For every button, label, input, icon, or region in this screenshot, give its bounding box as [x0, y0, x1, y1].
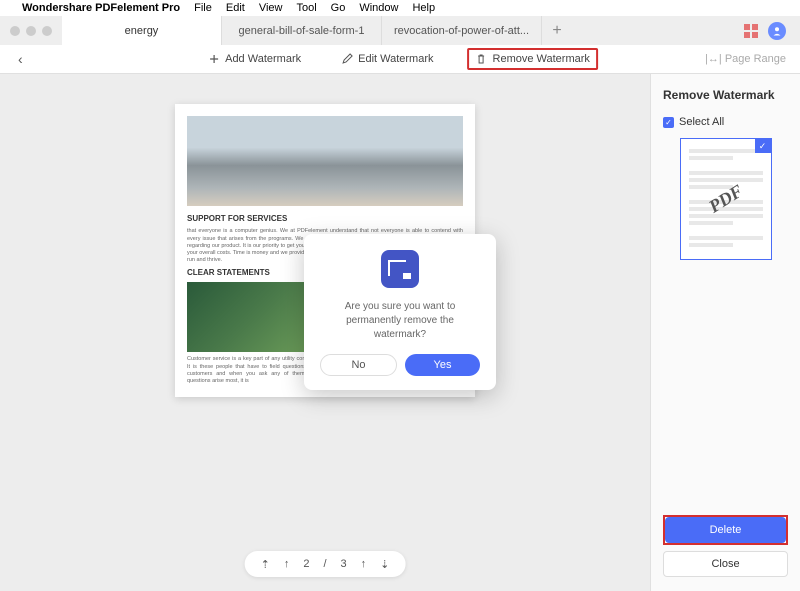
checkbox-checked-icon: ✓	[663, 117, 674, 128]
prev-page-button[interactable]: ↑	[284, 558, 290, 570]
close-window-icon[interactable]	[10, 26, 20, 36]
zoom-window-icon[interactable]	[42, 26, 52, 36]
add-watermark-button[interactable]: Add Watermark	[202, 50, 307, 68]
next-page-button[interactable]: ↑	[361, 558, 367, 570]
minimize-window-icon[interactable]	[26, 26, 36, 36]
user-avatar-icon[interactable]	[768, 22, 786, 40]
delete-button[interactable]: Delete	[665, 517, 786, 543]
trash-icon	[476, 53, 488, 65]
total-pages: 3	[341, 558, 347, 570]
remove-watermark-panel: Remove Watermark ✓ Select All ✓ PDF Dele…	[650, 74, 800, 591]
tab-revocation[interactable]: revocation-of-power-of-att...	[382, 16, 542, 45]
check-icon: ✓	[755, 139, 771, 153]
pencil-icon	[341, 53, 353, 65]
tab-label: energy	[125, 25, 159, 37]
select-all-label: Select All	[679, 116, 724, 128]
confirm-remove-dialog: Are you sure you want to permanently rem…	[304, 234, 496, 390]
tab-bill-of-sale[interactable]: general-bill-of-sale-form-1	[222, 16, 382, 45]
window-controls[interactable]	[0, 26, 62, 36]
no-button[interactable]: No	[320, 354, 397, 376]
tool-label: Remove Watermark	[493, 53, 590, 65]
close-button[interactable]: Close	[663, 551, 788, 577]
select-all-checkbox[interactable]: ✓ Select All	[663, 116, 788, 128]
tab-energy[interactable]: energy	[62, 16, 222, 45]
menu-file[interactable]: File	[194, 2, 212, 14]
menu-help[interactable]: Help	[412, 2, 435, 14]
menu-go[interactable]: Go	[331, 2, 346, 14]
tab-label: general-bill-of-sale-form-1	[239, 25, 365, 37]
menu-window[interactable]: Window	[359, 2, 398, 14]
edit-watermark-button[interactable]: Edit Watermark	[335, 50, 439, 68]
menu-edit[interactable]: Edit	[226, 2, 245, 14]
app-logo-icon	[381, 250, 419, 288]
page-nav-controls: ⇡ ↑ 2 / 3 ↑ ⇣	[245, 551, 406, 577]
tool-label: Edit Watermark	[358, 53, 433, 65]
delete-button-highlight: Delete	[663, 515, 788, 545]
doc-hero-image	[187, 116, 463, 206]
tab-label: revocation-of-power-of-att...	[394, 25, 529, 37]
document-tabbar: energy general-bill-of-sale-form-1 revoc…	[0, 16, 800, 45]
menu-tool[interactable]: Tool	[296, 2, 316, 14]
doc-inline-image	[187, 282, 320, 352]
doc-paragraph: Customer service is a key part of any ut…	[187, 356, 320, 385]
first-page-button[interactable]: ⇡	[261, 558, 270, 571]
back-button[interactable]: ‹	[12, 51, 29, 67]
system-menubar: Wondershare PDFelement Pro File Edit Vie…	[0, 0, 800, 16]
watermark-toolbar: ‹ Add Watermark Edit Watermark Remove Wa…	[0, 45, 800, 74]
watermark-thumbnail[interactable]: ✓ PDF	[680, 138, 772, 260]
current-page[interactable]: 2	[303, 558, 309, 570]
grid-view-icon[interactable]	[744, 24, 758, 38]
app-name[interactable]: Wondershare PDFelement Pro	[22, 2, 180, 14]
tool-label: Add Watermark	[225, 53, 301, 65]
last-page-button[interactable]: ⇣	[380, 558, 389, 571]
doc-heading: SUPPORT FOR SERVICES	[187, 214, 463, 224]
remove-watermark-button[interactable]: Remove Watermark	[468, 48, 598, 70]
page-range-button[interactable]: |↔| Page Range	[705, 53, 786, 65]
page-sep: /	[323, 558, 326, 570]
doc-heading: CLEAR STATEMENTS	[187, 268, 320, 278]
plus-icon	[208, 53, 220, 65]
add-tab-button[interactable]: +	[542, 16, 572, 45]
dialog-message: Are you sure you want to permanently rem…	[320, 300, 480, 342]
yes-button[interactable]: Yes	[405, 354, 480, 376]
menu-view[interactable]: View	[259, 2, 283, 14]
panel-title: Remove Watermark	[663, 88, 788, 102]
